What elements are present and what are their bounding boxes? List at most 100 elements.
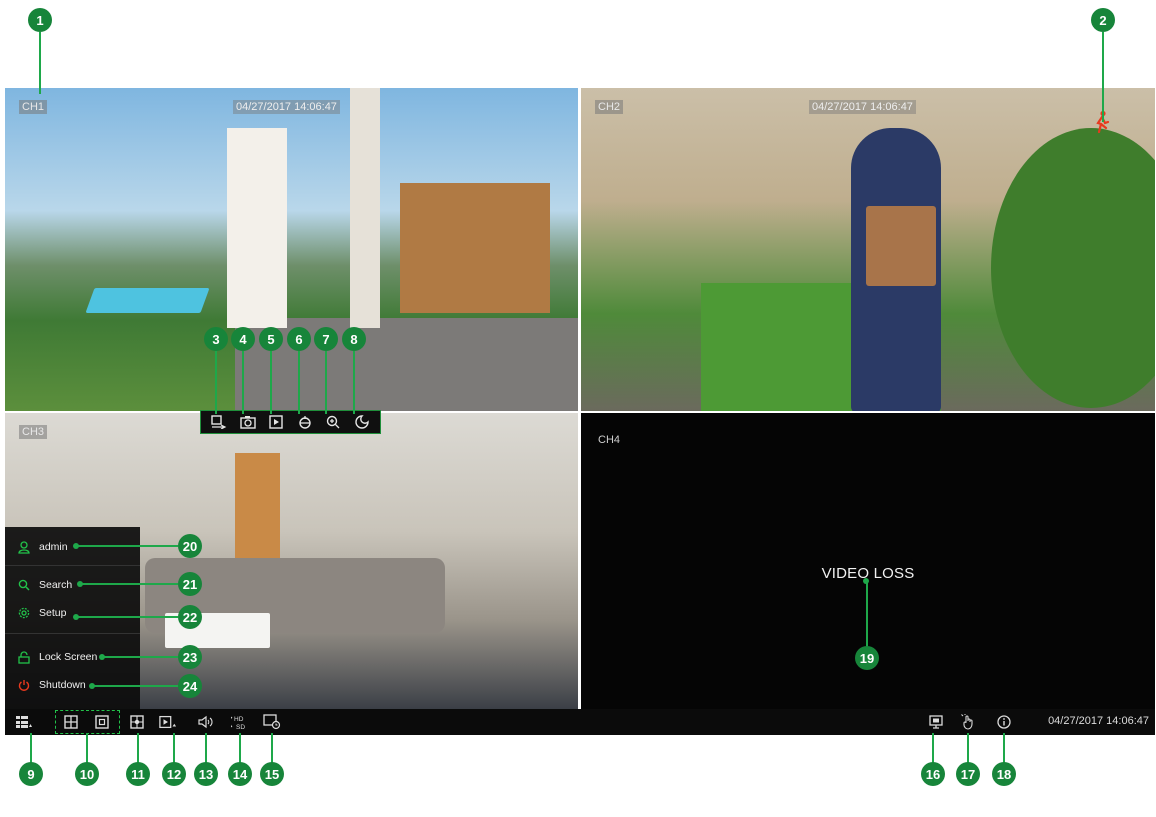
callout-leader	[102, 656, 178, 658]
callout-leader	[137, 733, 139, 763]
callout-badge-21: 21	[178, 572, 202, 596]
callout-badge-8: 8	[342, 327, 366, 351]
callout-dot	[99, 654, 105, 660]
callout-leader	[866, 580, 868, 650]
callout-badge-19: 19	[855, 646, 879, 670]
ch1-kitchen	[400, 183, 550, 313]
search-icon	[17, 578, 31, 592]
callout-badge-16: 16	[921, 762, 945, 786]
callout-leader	[39, 32, 41, 94]
ch2-package	[866, 206, 936, 286]
manual-record-icon[interactable]	[210, 413, 228, 431]
callout-badge-6: 6	[287, 327, 311, 351]
callout-leader	[173, 733, 175, 763]
gear-icon	[17, 606, 31, 620]
svg-text:HD: HD	[234, 716, 244, 723]
callout-badge-13: 13	[194, 762, 218, 786]
callout-badge-10: 10	[75, 762, 99, 786]
callout-badge-20: 20	[178, 534, 202, 558]
callout-leader	[86, 733, 88, 763]
callout-badge-2: 2	[1091, 8, 1115, 32]
channel-label: CH3	[19, 425, 48, 439]
callout-leader	[1003, 733, 1005, 763]
zoom-in-icon[interactable]	[324, 413, 342, 431]
callout-badge-15: 15	[260, 762, 284, 786]
menu-item-search[interactable]: Search	[5, 575, 140, 595]
callout-leader	[215, 351, 217, 414]
user-icon	[17, 540, 31, 554]
start-menu-icon[interactable]	[15, 713, 33, 731]
callout-leader	[30, 733, 32, 763]
dvr-live-view-diagram: CH1 04/27/2017 14:06:47 CH2 04/27/2017 1…	[0, 0, 1156, 817]
output-icon[interactable]	[927, 713, 945, 731]
menu-item-label: Lock Screen	[39, 651, 98, 663]
ch1-floor	[235, 318, 578, 411]
callout-badge-4: 4	[231, 327, 255, 351]
menu-item-label: admin	[39, 541, 68, 553]
color-adjust-icon[interactable]	[353, 413, 371, 431]
menu-item-setup[interactable]: Setup	[5, 603, 140, 623]
callout-badge-3: 3	[204, 327, 228, 351]
instant-playback-icon[interactable]	[267, 413, 285, 431]
ch1-wall	[227, 128, 287, 328]
svg-text:SD: SD	[236, 724, 245, 730]
channel-label: CH1	[19, 100, 48, 114]
callout-leader	[242, 351, 244, 414]
dwell-icon[interactable]	[263, 713, 281, 731]
callout-badge-24: 24	[178, 674, 202, 698]
menu-item-label: Setup	[39, 607, 67, 619]
callout-badge-11: 11	[126, 762, 150, 786]
channel-1-view[interactable]: CH1 04/27/2017 14:06:47	[5, 88, 578, 411]
callout-leader	[298, 351, 300, 414]
menu-divider	[5, 633, 140, 634]
callout-leader	[80, 583, 178, 585]
callout-dot	[73, 614, 79, 620]
ch1-wall-2	[350, 88, 380, 328]
snapshot-icon[interactable]	[239, 413, 257, 431]
ch2-hedge	[991, 128, 1155, 408]
callout-badge-22: 22	[178, 605, 202, 629]
callout-leader	[270, 351, 272, 414]
callout-badge-14: 14	[228, 762, 252, 786]
callout-badge-7: 7	[314, 327, 338, 351]
gesture-icon[interactable]	[959, 713, 977, 731]
hd-sd-icon[interactable]: HD SD	[231, 713, 249, 731]
callout-leader	[92, 685, 178, 687]
info-icon[interactable]	[995, 713, 1013, 731]
callout-dot	[89, 683, 95, 689]
callout-dot	[73, 543, 79, 549]
callout-leader	[932, 733, 934, 763]
channel-timestamp: 04/27/2017 14:06:47	[809, 100, 916, 114]
callout-leader	[271, 733, 273, 763]
callout-badge-5: 5	[259, 327, 283, 351]
callout-badge-9: 9	[19, 762, 43, 786]
callout-badge-23: 23	[178, 645, 202, 669]
quad-split-icon[interactable]	[62, 713, 80, 731]
menu-item-label: Search	[39, 579, 73, 591]
callout-leader	[353, 351, 355, 414]
callout-leader	[325, 351, 327, 414]
power-icon	[17, 678, 31, 692]
callout-leader	[76, 545, 178, 547]
lock-icon	[17, 650, 31, 664]
callout-badge-12: 12	[162, 762, 186, 786]
callout-badge-1: 1	[28, 8, 52, 32]
ptz-icon[interactable]	[296, 413, 314, 431]
callout-leader	[239, 733, 241, 763]
menu-item-label: Shutdown	[39, 679, 86, 691]
audio-icon[interactable]	[197, 713, 215, 731]
sequence-icon[interactable]	[128, 713, 146, 731]
multi-split-icon[interactable]	[93, 713, 111, 731]
menu-divider	[5, 565, 140, 566]
channel-2-view[interactable]: CH2 04/27/2017 14:06:47	[581, 88, 1155, 411]
playback-icon[interactable]	[159, 713, 177, 731]
motion-detect-icon	[1096, 110, 1110, 134]
callout-dot	[77, 581, 83, 587]
callout-leader	[1102, 32, 1104, 122]
system-datetime: 04/27/2017 14:06:47	[1048, 715, 1149, 727]
callout-leader	[967, 733, 969, 763]
callout-badge-17: 17	[956, 762, 980, 786]
ch1-pool	[85, 288, 210, 313]
callout-dot	[863, 578, 869, 584]
channel-label: CH2	[595, 100, 624, 114]
